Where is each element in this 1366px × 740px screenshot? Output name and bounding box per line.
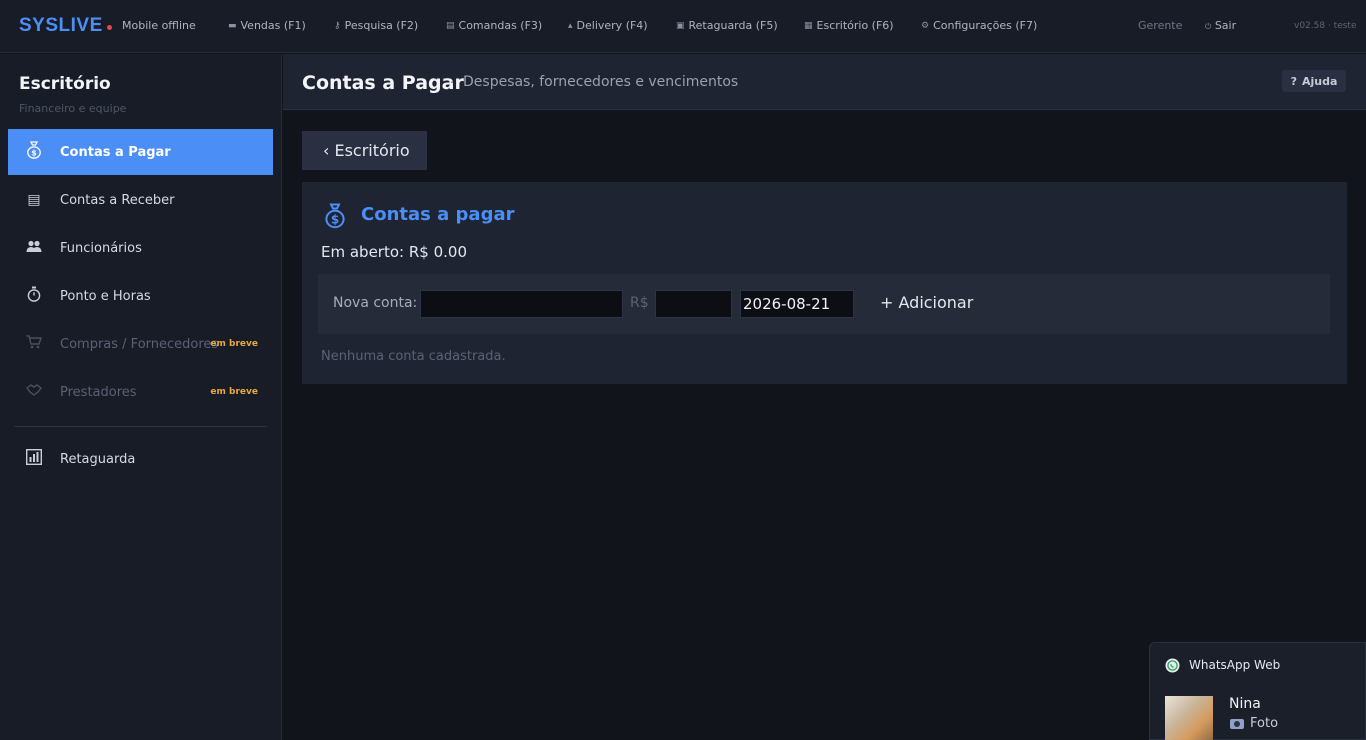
whatsapp-icon (1165, 658, 1180, 673)
sidebar: Escritório Financeiro e equipe $ Contas … (0, 54, 282, 740)
notification-toast[interactable]: WhatsApp Web Nina Foto (1149, 642, 1366, 740)
user-role: Gerente (1138, 19, 1183, 32)
due-date-input[interactable]: 2026-08-21 (740, 290, 854, 318)
page-subtitle: Despesas, fornecedores e vencimentos (463, 74, 739, 90)
sidebar-item-label: Compras / Fornecedores (60, 336, 219, 352)
sidebar-item-label: Prestadores (60, 384, 137, 400)
gear-icon: ⚙ (921, 20, 930, 31)
people-icon (25, 240, 43, 256)
handshake-icon (25, 383, 43, 401)
back-button[interactable]: ‹ Escritório (302, 131, 427, 170)
sidebar-divider (14, 426, 267, 427)
contact-avatar (1165, 696, 1213, 740)
sidebar-title: Escritório (19, 74, 111, 94)
version-label: v02.58 · teste (1294, 21, 1357, 31)
top-bar: SYSLIVE Mobile offline ▬ Vendas (F1) ⚷ Pes… (0, 0, 1366, 53)
sidebar-item-funcionarios[interactable]: Funcionários (8, 225, 273, 271)
nav-comandas[interactable]: ▤ Comandas (F3) (446, 19, 542, 32)
nav-escritorio[interactable]: ▦ Escritório (F6) (804, 19, 894, 32)
scooter-icon: ▴ (568, 20, 573, 31)
svg-text:$: $ (31, 149, 37, 158)
money-bag-icon: $ (324, 203, 346, 229)
receipt-icon: ▤ (27, 192, 41, 208)
stopwatch-icon (25, 286, 43, 306)
open-balance: Em aberto: R$ 0.00 (321, 243, 467, 261)
sidebar-item-ponto-e-horas[interactable]: Ponto e Horas (8, 273, 273, 319)
office-icon: ▦ (804, 20, 813, 31)
sidebar-item-contas-a-receber[interactable]: ▤ Contas a Receber (8, 177, 273, 223)
sidebar-item-label: Ponto e Horas (60, 288, 151, 304)
receipt-icon: ▤ (446, 20, 455, 31)
page-title: Contas a Pagar (302, 72, 464, 94)
cart-icon (25, 335, 43, 353)
help-icon: ? (1290, 74, 1297, 88)
new-account-label: Nova conta: (333, 295, 418, 311)
money-bag-icon: $ (25, 141, 43, 163)
nav-configuracoes[interactable]: ⚙ Configurações (F7) (921, 19, 1037, 32)
mobile-status: Mobile offline (122, 19, 196, 32)
sidebar-item-label: Contas a Receber (60, 192, 175, 208)
description-input[interactable] (420, 290, 623, 318)
nav-delivery[interactable]: ▴ Delivery (F4) (568, 19, 648, 32)
sidebar-item-label: Retaguarda (60, 451, 136, 467)
help-button[interactable]: ? Ajuda (1282, 70, 1346, 92)
nav-retaguarda[interactable]: ▣ Retaguarda (F5) (676, 19, 778, 32)
camera-icon (1230, 718, 1244, 729)
add-account-button[interactable]: + Adicionar (880, 293, 973, 312)
sidebar-item-label: Funcionários (60, 240, 142, 256)
nav-vendas[interactable]: ▬ Vendas (F1) (228, 19, 306, 32)
coming-soon-badge: em breve (210, 387, 258, 397)
key-icon: ⚷ (334, 20, 341, 31)
brand-logo[interactable]: SYSLIVE (19, 15, 103, 37)
notification-app-name: WhatsApp Web (1189, 658, 1281, 672)
coming-soon-badge: em breve (210, 339, 258, 349)
sidebar-item-retaguarda[interactable]: Retaguarda (8, 436, 273, 482)
currency-label: R$ (630, 295, 649, 311)
cart-icon: ▬ (228, 20, 237, 31)
card-title: Contas a pagar (361, 204, 515, 225)
sidebar-item-label: Contas a Pagar (60, 144, 171, 160)
new-account-form: Nova conta: R$ 2026-08-21 + Adicionar (318, 274, 1330, 334)
open-balance-value: R$ 0.00 (408, 243, 467, 261)
empty-state-message: Nenhuma conta cadastrada. (321, 349, 506, 364)
svg-text:$: $ (331, 213, 339, 227)
status-dot-icon (107, 25, 112, 30)
open-balance-label: Em aberto: (321, 243, 409, 261)
sidebar-item-compras-fornecedores[interactable]: Compras / Fornecedores em breve (8, 321, 273, 367)
box-icon: ▣ (676, 20, 685, 31)
accounts-payable-card: $ Contas a pagar Em aberto: R$ 0.00 Nova… (302, 182, 1347, 384)
logout-link[interactable]: ⏻ Sair (1205, 19, 1236, 32)
nav-pesquisa[interactable]: ⚷ Pesquisa (F2) (334, 19, 418, 32)
sidebar-item-contas-a-pagar[interactable]: $ Contas a Pagar (8, 129, 273, 175)
bar-chart-icon (25, 448, 43, 469)
page-header: Contas a Pagar · Despesas, fornecedores … (283, 54, 1366, 110)
amount-input[interactable] (655, 290, 732, 318)
power-icon: ⏻ (1205, 22, 1212, 31)
sidebar-item-prestadores[interactable]: Prestadores em breve (8, 369, 273, 415)
title-separator: · (450, 76, 455, 91)
sidebar-subtitle: Financeiro e equipe (19, 102, 127, 115)
contact-name: Nina (1229, 696, 1261, 712)
notification-message: Foto (1230, 716, 1278, 731)
